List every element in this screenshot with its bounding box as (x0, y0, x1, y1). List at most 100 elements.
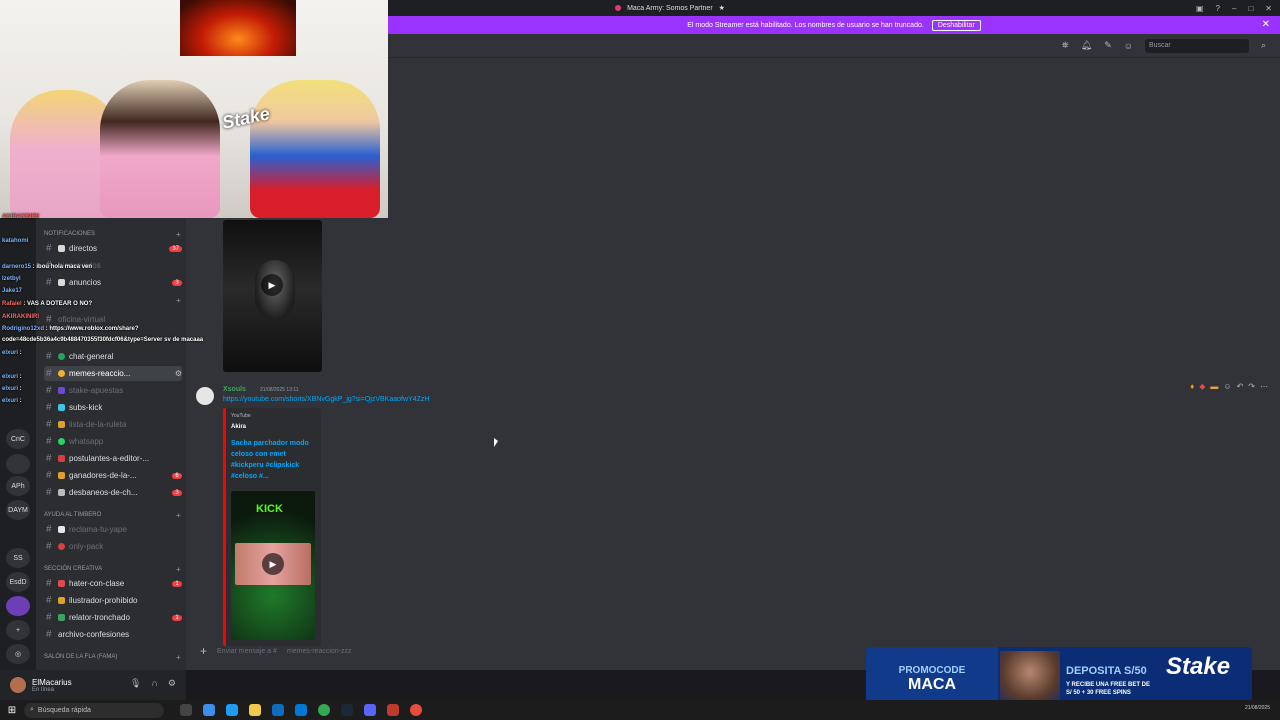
add-channel-icon[interactable]: + (176, 653, 181, 662)
avatar[interactable] (196, 387, 214, 405)
play-icon[interactable]: ▶ (262, 553, 284, 575)
windows-start-icon[interactable]: ⊞ (0, 705, 24, 716)
chrome-icon[interactable] (318, 704, 330, 716)
channel-name: ilustrador-prohibido (69, 596, 138, 605)
server-item[interactable]: APh (6, 476, 30, 496)
category-creative[interactable]: SECCIÓN CREATIVA + (44, 565, 181, 574)
channel-desbaneos[interactable]: # desbaneos-de-ch... 3 (44, 485, 182, 500)
channel-stake-apuestas[interactable]: # stake-apuestas (44, 383, 182, 398)
mouse-cursor (494, 438, 498, 447)
media-app-icon[interactable] (387, 704, 399, 716)
message-author[interactable]: Xsouls (223, 386, 246, 393)
mention-badge: 37 (169, 245, 182, 252)
channel-reclama-tu-yape[interactable]: # reclama-tu-yape (44, 522, 182, 537)
close-icon[interactable]: ✕ (1262, 19, 1270, 30)
channel-directos[interactable]: # directos 37 (44, 241, 182, 256)
discord-icon[interactable] (364, 704, 376, 716)
user-info[interactable]: ElMacarius En línea (32, 678, 72, 693)
help-icon[interactable]: ? (1216, 4, 1220, 13)
server-item[interactable] (6, 454, 30, 474)
category-label: AYUDA AL TIMBERO (44, 512, 102, 518)
search-icon: ⌕ (1260, 40, 1266, 50)
channel-hater-con-clase[interactable]: # hater-con-clase 1 (44, 576, 182, 591)
fire-painting (180, 0, 296, 56)
gear-icon[interactable]: ⚙ (168, 678, 176, 689)
hash-icon: # (46, 578, 52, 589)
threads-icon[interactable]: ⛯ (1062, 40, 1069, 51)
server-item[interactable]: SS (6, 548, 30, 568)
channel-ilustrador-prohibido[interactable]: # ilustrador-prohibido (44, 593, 182, 608)
embed-thumbnail[interactable]: KICK ▶ (231, 491, 315, 640)
video-attachment[interactable]: ▶ (223, 220, 322, 372)
hash-icon: # (46, 629, 52, 640)
avatar[interactable] (10, 677, 26, 693)
chat-line: Rafaiel : VAS A DOTEAR O NO? (2, 301, 93, 307)
microphone-icon[interactable]: 🎙︎ (130, 678, 141, 689)
category-notifications[interactable]: NOTIFICACIONES + (44, 230, 181, 239)
channel-lista-de-la-ruleta[interactable]: # lista-de-la-ruleta (44, 417, 182, 432)
server-item[interactable]: EsdD (6, 572, 30, 592)
server-item[interactable]: DAYM (6, 500, 30, 520)
channel-only-pack[interactable]: # only-pack (44, 539, 182, 554)
composer-channel: memes-reaccion-zzz (286, 647, 352, 655)
forbidden-icon (58, 543, 65, 550)
members-icon[interactable]: ☺ (1124, 41, 1133, 51)
maximize-button[interactable]: □ (1248, 4, 1253, 13)
add-channel-icon[interactable]: + (176, 565, 181, 574)
steam-icon[interactable] (341, 704, 353, 716)
youtube-embed: YouTube Akira Sacha parchador modo celos… (223, 408, 321, 646)
close-window-button[interactable]: ✕ (1265, 4, 1272, 13)
outlook-icon[interactable] (295, 704, 307, 716)
taskbar-search[interactable]: ⌕ Búsqueda rápida (24, 702, 164, 718)
discover-icon[interactable]: ◎ (6, 644, 30, 664)
channel-memes-reaccion[interactable]: # memes-reaccio... ⚙ (44, 366, 182, 381)
channel-ganadores[interactable]: # ganadores-de-la-... 6 (44, 468, 182, 483)
add-channel-icon[interactable]: + (176, 296, 181, 305)
chat-line: AKIRAKINIRI (2, 314, 39, 320)
channel-postulantes[interactable]: # postulantes-a-editor-... (44, 451, 182, 466)
inbox-icon[interactable]: ▣ (1196, 4, 1204, 13)
message-link[interactable]: https://youtube.com/shorts/XBNvGgkP_jg?s… (223, 396, 429, 403)
channel-whatsapp[interactable]: # whatsapp (44, 434, 182, 449)
user-status: En línea (32, 686, 55, 693)
add-channel-icon[interactable]: + (176, 230, 181, 239)
pin-icon[interactable]: ✎ (1104, 40, 1112, 51)
search-input[interactable]: Buscar (1144, 38, 1249, 53)
category-help[interactable]: AYUDA AL TIMBERO + (44, 511, 181, 520)
category-fame[interactable]: SALÓN DE LA FLA (FAMA) + (44, 653, 181, 662)
channel-relator-tronchado[interactable]: # relator-tronchado 1 (44, 610, 182, 625)
store-icon[interactable] (272, 704, 284, 716)
channel-archivo-confesiones[interactable]: # archivo-confesiones (44, 627, 182, 642)
minimize-button[interactable]: – (1232, 4, 1236, 13)
task-view-icon[interactable] (180, 704, 192, 716)
disable-streamer-button[interactable]: Deshabilitar (931, 19, 981, 31)
headphones-icon[interactable]: ∩ (151, 678, 157, 689)
embed-title[interactable]: Sacha parchador modo celoso con emet #ki… (231, 438, 319, 482)
bell-icon[interactable]: 🔔︎ (1081, 40, 1092, 51)
server-item[interactable] (6, 596, 30, 616)
channel-name: memes-reaccio... (69, 369, 131, 378)
palette-icon (58, 597, 65, 604)
attach-plus-icon[interactable]: + (200, 644, 207, 658)
taskbar: ⊞ ⌕ Búsqueda rápida 21/08/2025 (0, 700, 1280, 720)
channel-anuncios[interactable]: # anuncios 3 (44, 275, 182, 290)
chat-text: ibou hola maca ven (36, 264, 93, 270)
channel-chat-general[interactable]: # chat-general (44, 349, 182, 364)
free-bet-text: Y RECIBE UNA FREE BET DE S/ 50 + 30 FREE… (1066, 682, 1151, 696)
channel-oficina-virtual[interactable]: # oficina-virtual (44, 312, 182, 327)
copilot-icon[interactable] (203, 704, 215, 716)
obs-icon[interactable] (410, 704, 422, 716)
chat-user: AKIRAKINIRI (2, 314, 39, 320)
channel-subs-kick[interactable]: # subs-kick (44, 400, 182, 415)
hash-icon: # (46, 277, 52, 288)
gear-icon[interactable]: ⚙ (175, 369, 182, 378)
user-panel: ElMacarius En línea 🎙︎ ∩ ⚙ (0, 670, 186, 700)
play-icon[interactable]: ▶ (261, 274, 283, 296)
channel-sidebar: NOTIFICACIONES + # directos 37 # bienvenido… (36, 218, 186, 670)
file-explorer-icon[interactable] (249, 704, 261, 716)
add-channel-icon[interactable]: + (176, 511, 181, 520)
embed-author[interactable]: Akira (231, 424, 246, 430)
server-item[interactable]: CnC (6, 429, 30, 449)
edge-icon[interactable] (226, 704, 238, 716)
add-server-icon[interactable]: + (6, 620, 30, 640)
